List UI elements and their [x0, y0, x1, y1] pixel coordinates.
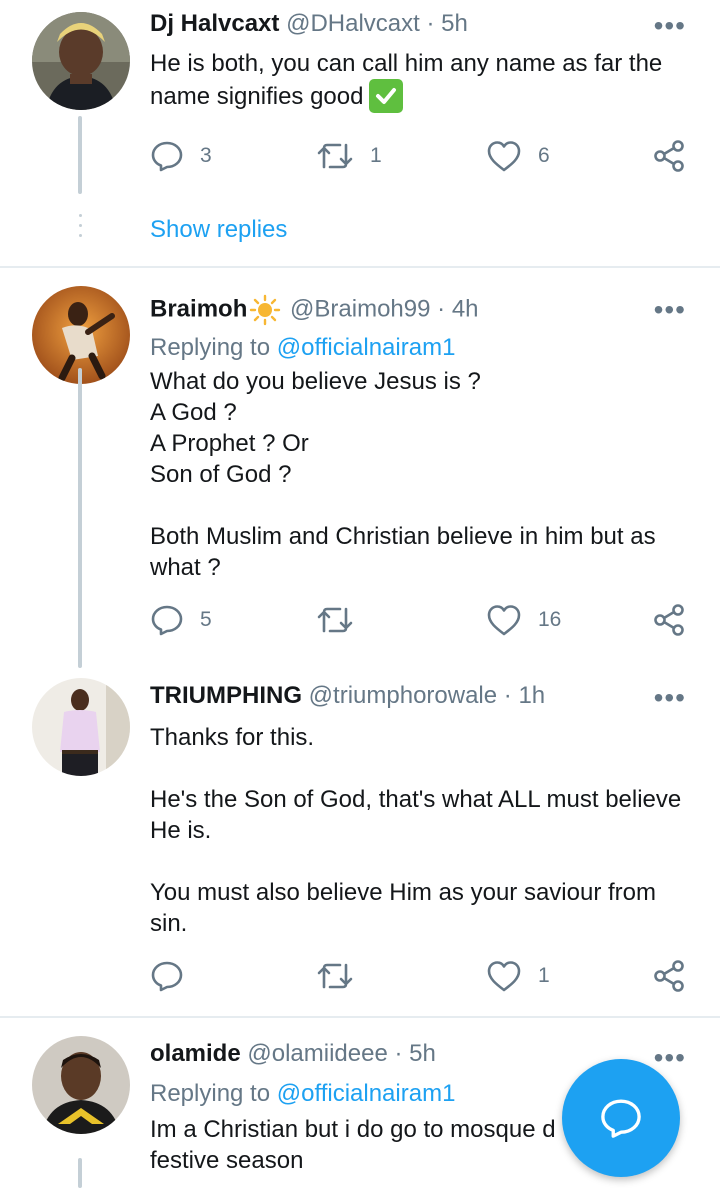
- tweet-text-content: He is both, you can call him any name as…: [150, 50, 663, 110]
- reply-icon: [151, 141, 183, 172]
- like-count: 1: [538, 964, 550, 987]
- user-handle[interactable]: @triumphorowale: [309, 682, 497, 709]
- retweet-icon: [317, 963, 353, 989]
- share-icon: [654, 140, 684, 172]
- replying-prefix: Replying to: [150, 1080, 271, 1107]
- thread-continuation-dots: [79, 214, 82, 244]
- heart-icon: [487, 961, 521, 992]
- avatar[interactable]: [32, 1036, 130, 1134]
- share-button[interactable]: [652, 136, 686, 176]
- user-handle[interactable]: @olamiideee: [247, 1040, 387, 1067]
- avatar[interactable]: [32, 12, 130, 110]
- reply-button[interactable]: [150, 956, 200, 996]
- reply-button[interactable]: 5: [150, 600, 212, 640]
- separator-dot: ·: [437, 295, 446, 323]
- more-options-icon[interactable]: •••: [654, 294, 686, 326]
- display-name[interactable]: Dj Halvcaxt: [150, 10, 279, 37]
- tweet-dj-halvcaxt[interactable]: Dj Halvcaxt @DHalvcaxt · 5h ••• He is bo…: [0, 0, 720, 268]
- tweet-header: Dj Halvcaxt @DHalvcaxt · 5h: [150, 10, 680, 38]
- reply-icon: [151, 605, 183, 636]
- sun-emoji: [250, 294, 281, 326]
- retweet-icon: [317, 143, 353, 169]
- tweet-actions: 3 1 6: [150, 136, 690, 176]
- tweet-text: What do you believe Jesus is ? A God ? A…: [150, 368, 656, 581]
- share-button[interactable]: [652, 600, 686, 640]
- avatar[interactable]: [32, 678, 130, 776]
- like-count: 16: [538, 608, 562, 631]
- separator-dot: ·: [503, 682, 512, 709]
- thread-line: [78, 368, 82, 668]
- more-options-icon[interactable]: •••: [654, 682, 686, 714]
- thread-line: [78, 1158, 82, 1188]
- reply-icon: [151, 961, 183, 992]
- tweet-actions: 1: [150, 956, 690, 996]
- check-mark-button-emoji: [369, 79, 404, 113]
- thread-line: [78, 116, 82, 194]
- share-icon: [654, 604, 684, 636]
- compose-reply-icon: [601, 1099, 641, 1138]
- timestamp[interactable]: 5h: [409, 1040, 436, 1067]
- reply-count: 3: [200, 144, 212, 167]
- timestamp[interactable]: 5h: [441, 10, 468, 37]
- tweet-braimoh[interactable]: Braimoh @Braimoh99 · 4h ••• Replying to …: [0, 268, 720, 678]
- like-count: 6: [538, 144, 550, 167]
- like-button[interactable]: 1: [486, 956, 550, 996]
- tweet-header: Braimoh @Braimoh99 · 4h: [150, 294, 680, 326]
- retweet-button[interactable]: 1: [316, 136, 382, 176]
- retweet-button[interactable]: [316, 600, 370, 640]
- show-replies-link[interactable]: Show replies: [150, 216, 287, 244]
- tweet-actions: 5 16: [150, 600, 690, 640]
- display-name[interactable]: Braimoh: [150, 295, 247, 322]
- replying-prefix: Replying to: [150, 334, 271, 361]
- separator-dot: ·: [426, 10, 435, 37]
- like-button[interactable]: 16: [486, 600, 561, 640]
- display-name[interactable]: olamide: [150, 1040, 241, 1067]
- timestamp[interactable]: 1h: [518, 682, 545, 709]
- mention-link[interactable]: @officialnairam1: [277, 334, 456, 361]
- tweet-triumphing[interactable]: TRIUMPHING @triumphorowale · 1h ••• Than…: [0, 660, 720, 1016]
- user-handle[interactable]: @DHalvcaxt: [286, 10, 420, 37]
- display-name[interactable]: TRIUMPHING: [150, 682, 302, 709]
- like-button[interactable]: 6: [486, 136, 550, 176]
- tweet-header: TRIUMPHING @triumphorowale · 1h: [150, 682, 680, 710]
- share-button[interactable]: [652, 956, 686, 996]
- user-handle[interactable]: @Braimoh99: [290, 295, 430, 322]
- replying-to: Replying to @officialnairam1: [150, 334, 455, 362]
- heart-icon: [487, 141, 521, 172]
- tweet-text: Thanks for this. He's the Son of God, th…: [150, 724, 682, 937]
- reply-button[interactable]: 3: [150, 136, 212, 176]
- compose-reply-button[interactable]: [562, 1059, 680, 1177]
- retweet-count: 1: [370, 144, 382, 167]
- timestamp[interactable]: 4h: [452, 295, 479, 322]
- replying-to: Replying to @officialnairam1: [150, 1080, 455, 1108]
- more-options-icon[interactable]: •••: [654, 10, 686, 42]
- share-icon: [654, 960, 684, 992]
- retweet-button[interactable]: [316, 956, 370, 996]
- retweet-icon: [317, 607, 353, 633]
- tweet-text: He is both, you can call him any name as…: [150, 48, 690, 113]
- reply-count: 5: [200, 608, 212, 631]
- more-options-icon[interactable]: •••: [654, 1042, 686, 1074]
- mention-link[interactable]: @officialnairam1: [277, 1080, 456, 1107]
- heart-icon: [487, 605, 521, 636]
- separator-dot: ·: [394, 1040, 403, 1067]
